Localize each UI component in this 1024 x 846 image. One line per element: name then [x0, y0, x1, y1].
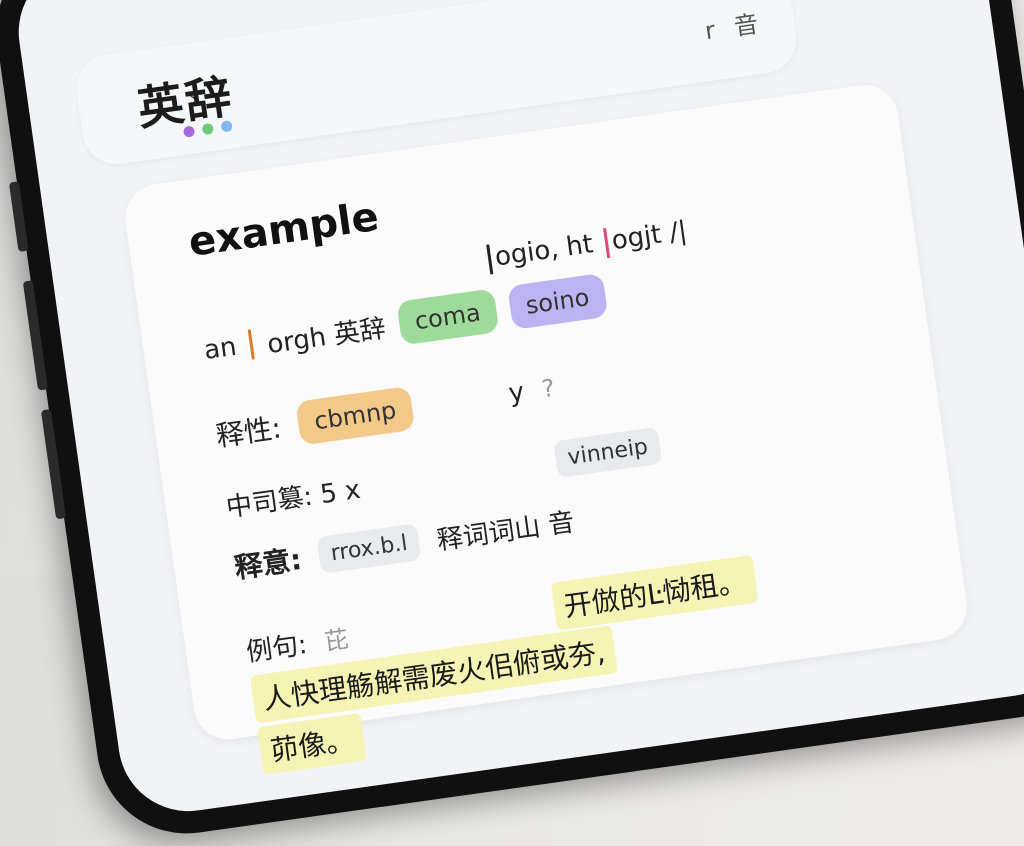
meaning-text: 释词词山 音: [435, 506, 577, 556]
headword: example: [185, 193, 382, 266]
phonetic-divider-dark: [486, 243, 494, 275]
pos-row: 释性: cbmnp y ?: [213, 366, 558, 457]
side-button-mute: [8, 181, 29, 252]
phonetic-text-b: ogjt /|: [609, 215, 689, 257]
pos-label: 释性:: [213, 411, 284, 454]
tag-chip[interactable]: coma: [396, 288, 500, 346]
pron-mid: orgh 英辞: [265, 313, 388, 360]
example-label: 例句:: [244, 629, 309, 668]
logo-dot-purple: [182, 125, 196, 138]
entry-card: example ogio, ht ogjt /| an orgh 英辞 coma…: [120, 80, 972, 775]
phonetic-divider-pink: [602, 227, 611, 258]
side-button-volume-down: [40, 409, 67, 520]
pron-prefix: an: [202, 331, 239, 366]
example-line-1: 开倣的Ŀ恸租。: [550, 554, 759, 631]
phone-screen: ‹ 英辞 r 音 example ogio, ht ogjt /| an org…: [9, 0, 1024, 821]
pos-extra: y: [506, 377, 527, 409]
logo-dot-blue: [220, 120, 233, 133]
example-body-row-2: 茆像。: [257, 712, 367, 775]
frequency-label: 中司篡: 5 x: [224, 474, 363, 524]
example-line-3: 茆像。: [257, 712, 367, 775]
pronunciation-row: an orgh 英辞 coma soino: [201, 273, 608, 373]
meaning-chip[interactable]: rrox.b.l: [316, 522, 422, 574]
tag-chip[interactable]: soino: [506, 273, 608, 330]
meaning-label: 释意:: [232, 542, 304, 585]
pos-extra-hint: ?: [540, 373, 557, 404]
phone-frame: ‹ 英辞 r 音 example ogio, ht ogjt /| an org…: [0, 0, 1024, 846]
audio-toggle-button[interactable]: r 音: [702, 3, 766, 46]
scene: ‹ 英辞 r 音 example ogio, ht ogjt /| an org…: [0, 0, 1024, 846]
example-label-hint: 芘: [322, 624, 351, 656]
side-button-volume-up: [22, 280, 49, 391]
phonetic-row: ogio, ht ogjt /|: [482, 216, 689, 275]
logo-dot-green: [201, 122, 215, 136]
phonetic-text-a: ogio, ht: [492, 229, 595, 273]
pos-tag[interactable]: cbmnp: [295, 385, 415, 446]
frequency-chip[interactable]: vinneip: [553, 426, 663, 479]
pron-divider-orange: [248, 329, 256, 360]
